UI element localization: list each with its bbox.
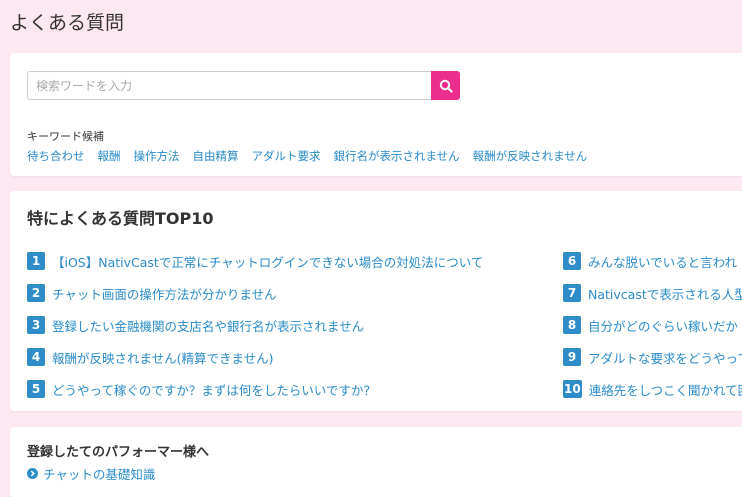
guide-link-row: チャットの基礎知識: [27, 464, 155, 483]
faq-link[interactable]: チャット画面の操作方法が分かりません: [52, 284, 277, 303]
search-button[interactable]: [431, 71, 460, 100]
chevron-right-icon: [27, 468, 38, 479]
faq-rank-badge: 10: [563, 380, 582, 398]
keyword-link[interactable]: 銀行名が表示されません: [334, 148, 460, 164]
faq-link[interactable]: 自分がどのぐらい稼いだか: [588, 316, 738, 335]
faq-item: 9 アダルトな要求をどうやって: [563, 341, 742, 373]
guide-title: 登録したてのパフォーマー様へ: [27, 445, 210, 460]
faq-rank-badge: 1: [27, 252, 45, 270]
faq-item: 5 どうやって稼ぐのですか？まずは何をしたらいいですか？: [27, 373, 483, 405]
faq-link[interactable]: どうやって稼ぐのですか？まずは何をしたらいいですか？: [52, 380, 376, 399]
faq-rank-badge: 6: [563, 252, 581, 270]
top10-card: 特によくある質問TOP10 1 【iOS】NativCastで正常にチャットログイ…: [10, 191, 742, 411]
faq-rank-badge: 3: [27, 316, 45, 334]
keyword-link[interactable]: 待ち合わせ: [27, 148, 85, 164]
keyword-list: 待ち合わせ 報酬 操作方法 自由精算 アダルト要求 銀行名が表示されません 報酬…: [27, 148, 587, 164]
keyword-link[interactable]: 操作方法: [134, 148, 180, 164]
faq-link[interactable]: 【iOS】NativCastで正常にチャットログインできない場合の対処法について: [52, 252, 483, 271]
faq-item: 1 【iOS】NativCastで正常にチャットログインできない場合の対処法につい…: [27, 245, 483, 277]
faq-item: 4 報酬が反映されません(精算できません): [27, 341, 483, 373]
search-icon: [439, 79, 453, 93]
faq-list-right: 6 みんな脱いでいると言われ 7 Nativcastで表示される人型 8 自分がどのぐ…: [563, 245, 742, 405]
search-card: キーワード候補 待ち合わせ 報酬 操作方法 自由精算 アダルト要求 銀行名が表示…: [10, 53, 742, 176]
keyword-link[interactable]: 報酬が反映されません: [473, 148, 588, 164]
faq-link[interactable]: Nativcastで表示される人型: [588, 284, 742, 303]
faq-rank-badge: 4: [27, 348, 45, 366]
faq-link[interactable]: 登録したい金融機関の支店名や銀行名が表示されません: [52, 316, 364, 335]
faq-list-left: 1 【iOS】NativCastで正常にチャットログインできない場合の対処法につい…: [27, 245, 483, 405]
faq-link[interactable]: 連絡先をしつこく聞かれて困: [589, 380, 742, 399]
faq-item: 8 自分がどのぐらい稼いだか: [563, 309, 742, 341]
keyword-link[interactable]: 報酬: [98, 148, 121, 164]
guide-link[interactable]: チャットの基礎知識: [43, 464, 155, 483]
faq-rank-badge: 7: [563, 284, 581, 302]
faq-item: 10 連絡先をしつこく聞かれて困: [563, 373, 742, 405]
faq-item: 7 Nativcastで表示される人型: [563, 277, 742, 309]
keyword-link[interactable]: アダルト要求: [252, 148, 321, 164]
keywords-label: キーワード候補: [27, 130, 104, 143]
faq-rank-badge: 2: [27, 284, 45, 302]
top10-title: 特によくある質問TOP10: [27, 209, 214, 228]
search-input[interactable]: [27, 71, 431, 100]
faq-rank-badge: 9: [563, 348, 581, 366]
faq-rank-badge: 5: [27, 380, 45, 398]
faq-link[interactable]: アダルトな要求をどうやって: [588, 348, 742, 367]
faq-link[interactable]: みんな脱いでいると言われ: [588, 252, 737, 271]
keyword-link[interactable]: 自由精算: [193, 148, 239, 164]
page-title: よくある質問: [10, 12, 125, 34]
faq-item: 6 みんな脱いでいると言われ: [563, 245, 742, 277]
faq-link[interactable]: 報酬が反映されません(精算できません): [52, 348, 274, 367]
faq-item: 2 チャット画面の操作方法が分かりません: [27, 277, 483, 309]
search-row: [27, 71, 460, 100]
faq-item: 3 登録したい金融機関の支店名や銀行名が表示されません: [27, 309, 483, 341]
faq-rank-badge: 8: [563, 316, 581, 334]
